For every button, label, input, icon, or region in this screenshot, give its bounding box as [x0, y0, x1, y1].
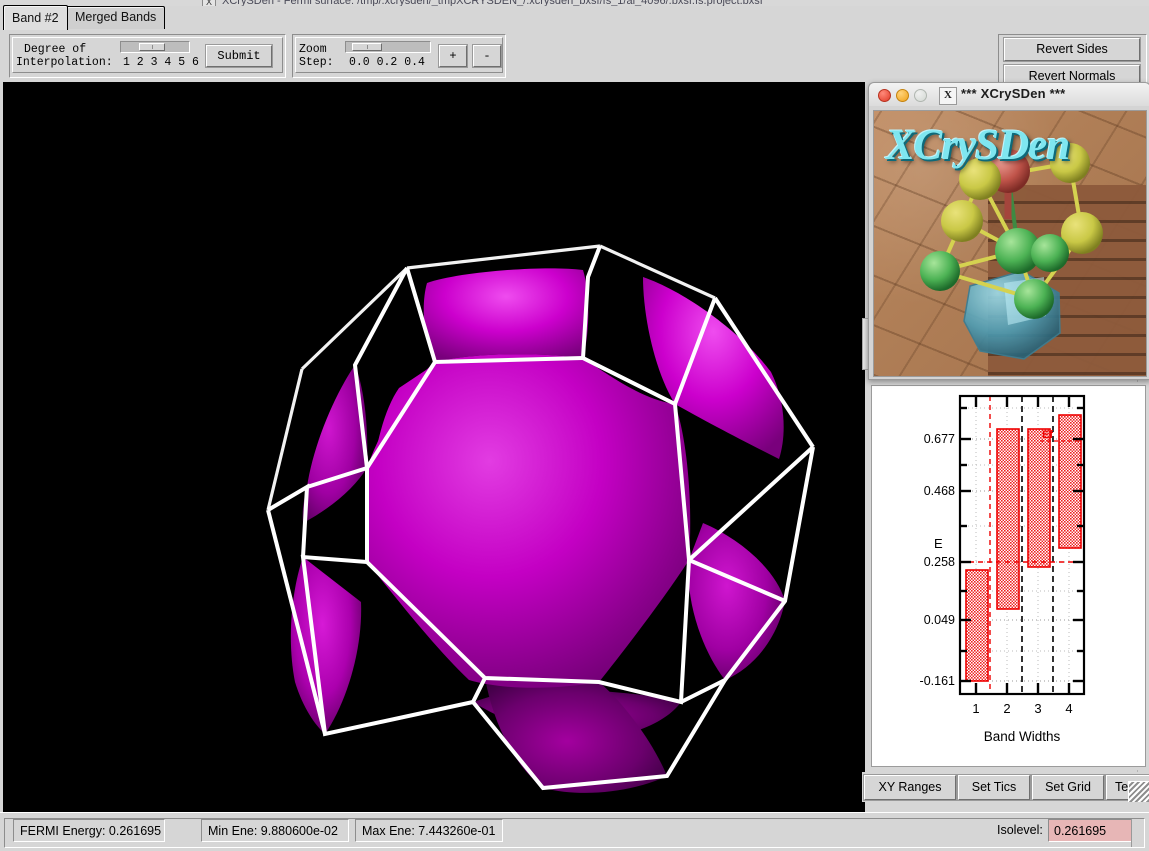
submit-button[interactable]: Submit [206, 45, 272, 67]
status-bar-right-edge [1131, 819, 1144, 847]
zoom-out-button[interactable]: - [473, 45, 501, 67]
controls-row: Degree of Interpolation: 1 2 3 4 5 6 Sub… [0, 30, 1149, 82]
xtick-2: 3 [1034, 701, 1041, 716]
xcrysden-fermi-surface-window: X XCrySDen - Fermi surface: /tmp/.xcrysd… [0, 0, 1149, 851]
zoom-step-ticks: 0.0 0.2 0.4 [349, 56, 425, 69]
bar-band-1 [965, 569, 989, 682]
interpolation-label-line2: Interpolation: [16, 56, 113, 69]
xtick-3: 4 [1065, 701, 1072, 716]
set-grid-button[interactable]: Set Grid [1032, 775, 1104, 800]
xcrysden-splash-image: XCrySDen [873, 110, 1147, 377]
isolevel-label: Isolevel: [997, 823, 1043, 837]
tab-band-2[interactable]: Band #2 [3, 5, 68, 30]
chart-ef-label: Ef [1042, 429, 1053, 441]
ytick-0: 0.677 [924, 432, 955, 446]
interpolation-label-line1: Degree of [24, 43, 87, 56]
interpolation-slider[interactable] [120, 41, 190, 53]
zoom-label-line2: Step: [299, 56, 334, 69]
minimize-dot-icon[interactable] [896, 89, 909, 102]
status-bar: FERMI Energy: 0.261695 Min Ene: 9.880600… [0, 812, 1149, 851]
zoom-in-button[interactable]: + [439, 45, 467, 67]
max-energy-field: Max Ene: 7.443260e-01 [355, 819, 503, 842]
chart-y-tick-labels: 0.677 0.468 0.258 0.049 -0.161 [920, 432, 956, 688]
fermi-surface-3d-canvas[interactable] [3, 82, 865, 812]
fermi-surface-render [3, 82, 865, 812]
notebook-tabstrip: Band #2 Merged Bands [0, 5, 1149, 35]
band-widths-plot-area[interactable]: Ef 0.677 0.468 0.258 0.049 -0.161 E 1 2 … [871, 385, 1146, 767]
isolevel-input[interactable]: 0.261695 [1048, 819, 1132, 842]
xtick-0: 1 [972, 701, 979, 716]
zoom-step-slider[interactable] [345, 41, 431, 53]
ytick-4: -0.161 [920, 674, 955, 688]
zoom-dot-icon[interactable] [914, 89, 927, 102]
interpolation-group: Degree of Interpolation: 1 2 3 4 5 6 Sub… [9, 34, 286, 78]
interpolation-slider-ticks: 1 2 3 4 5 6 [123, 56, 199, 69]
xtick-1: 2 [1003, 701, 1010, 716]
ytick-3: 0.049 [924, 613, 955, 627]
xy-ranges-button[interactable]: XY Ranges [864, 775, 956, 800]
xcrysden-splash-body: XCrySDen [869, 106, 1149, 379]
bar-band-2 [996, 428, 1020, 610]
chart-x-axis-label: Band Widths [984, 729, 1061, 744]
tab-merged-bands[interactable]: Merged Bands [66, 6, 166, 29]
atom-green-2 [1031, 234, 1069, 272]
xcrysden-splash-window[interactable]: X *** XCrySDen *** XCrySDen [868, 82, 1149, 380]
min-energy-field: Min Ene: 9.880600e-02 [201, 819, 349, 842]
bar-band-3 [1027, 428, 1051, 568]
chart-bars [965, 414, 1082, 682]
close-dot-icon[interactable] [878, 89, 891, 102]
ytick-2: 0.258 [924, 555, 955, 569]
atom-green-1 [920, 251, 960, 291]
band-widths-plot-panel: Ef 0.677 0.468 0.258 0.049 -0.161 E 1 2 … [868, 382, 1149, 770]
band-widths-chart: Ef 0.677 0.468 0.258 0.049 -0.161 E 1 2 … [920, 394, 1086, 744]
atom-green-3 [1014, 279, 1054, 319]
ytick-1: 0.468 [924, 484, 955, 498]
status-bar-frame: FERMI Energy: 0.261695 Min Ene: 9.880600… [4, 818, 1145, 848]
plot-controls-row: XY Ranges Set Tics Set Grid Text [862, 772, 1149, 802]
chart-x-tick-labels: 1 2 3 4 [972, 701, 1072, 716]
zoom-step-slider-thumb[interactable] [352, 43, 382, 51]
chart-y-axis-label: E [934, 536, 943, 551]
atom-yellow-3 [941, 200, 983, 242]
resize-grip[interactable] [1128, 781, 1149, 802]
zoom-label-line1: Zoom [299, 43, 327, 56]
revert-sides-button[interactable]: Revert Sides [1004, 38, 1140, 61]
x-app-icon: X [939, 87, 957, 105]
xcrysden-splash-logo-text: XCrySDen [886, 122, 1070, 169]
set-tics-button[interactable]: Set Tics [958, 775, 1030, 800]
zoom-group: Zoom Step: 0.0 0.2 0.4 + - [292, 34, 506, 78]
xcrysden-splash-title-text: *** XCrySDen *** [961, 86, 1066, 101]
fermi-surface-svg [266, 244, 815, 793]
xcrysden-splash-titlebar[interactable]: X *** XCrySDen *** [869, 83, 1149, 107]
bar-band-4 [1058, 414, 1082, 549]
interpolation-slider-thumb[interactable] [139, 43, 165, 51]
fermi-energy-field: FERMI Energy: 0.261695 [13, 819, 165, 842]
